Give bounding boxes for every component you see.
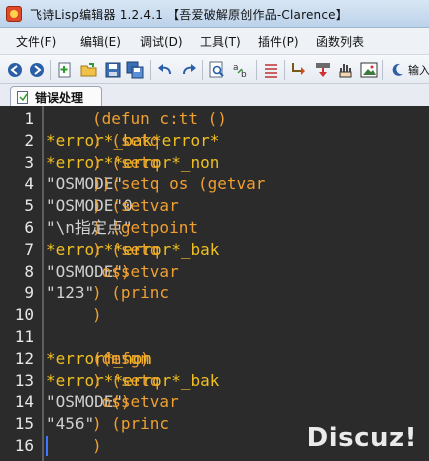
code-line[interactable]: 16) [0, 435, 429, 457]
code-line[interactable]: 11 [0, 326, 429, 348]
save-all-icon[interactable] [126, 61, 144, 79]
code-text: (setq os (getvar "OSMODE")) [46, 174, 276, 194]
line-number: 4 [24, 174, 34, 194]
code-line[interactable]: 6 (getpoint "\n指定点") [0, 217, 429, 239]
code-text: (setvar "OSMODE" os) [46, 392, 189, 412]
line-number: 14 [14, 392, 34, 412]
code-text: (setq *error* *error*_bak) [46, 239, 220, 259]
document-icon [17, 90, 29, 104]
code-line[interactable]: 9 (princ "123") [0, 282, 429, 304]
line-number: 8 [24, 261, 34, 281]
code-text: (setq *error*_bak *error*) [46, 130, 220, 150]
svg-text:b: b [241, 70, 247, 79]
code-line[interactable]: 10) [0, 304, 429, 326]
code-line[interactable]: 12 (defun *error*_non (msg) [0, 348, 429, 370]
code-text: (princ "123") [46, 283, 179, 303]
back-icon[interactable] [6, 61, 24, 79]
tab-error-handling[interactable]: 错误处理 [10, 86, 102, 106]
tab-strip: 错误处理 [0, 84, 429, 106]
open-folder-icon[interactable] [80, 61, 98, 79]
code-line[interactable]: 4 (setq os (getvar "OSMODE")) [0, 173, 429, 195]
code-line[interactable]: 7 (setq *error* *error*_bak) [0, 239, 429, 261]
line-number: 2 [24, 130, 34, 150]
undo-icon[interactable] [156, 61, 174, 79]
input-button[interactable]: 输入 [408, 62, 429, 78]
line-number: 15 [14, 414, 34, 434]
code-line[interactable]: 13 (setq *error* *error*_bak) [0, 370, 429, 392]
line-number: 11 [14, 327, 34, 346]
redo-icon[interactable] [180, 61, 198, 79]
line-number: 12 [14, 348, 34, 368]
tab-label: 错误处理 [35, 91, 84, 105]
code-text: (princ "456") [46, 414, 179, 434]
find-icon[interactable] [208, 61, 226, 79]
code-line[interactable]: 8 (setvar "OSMODE" os) [0, 261, 429, 283]
code-line[interactable]: 1 (defun c:tt () [0, 108, 429, 130]
menu-bar: 文件(F) 编辑(E) 调试(D) 工具(T) 插件(P) 函数列表 [0, 28, 429, 54]
code-line[interactable]: 14 (setvar "OSMODE" os) [0, 391, 429, 413]
line-number: 9 [24, 283, 34, 303]
line-number: 3 [24, 152, 34, 172]
menu-edit[interactable]: 编辑(E) [80, 33, 121, 50]
replace-icon[interactable]: ab [232, 61, 250, 79]
save-icon[interactable] [104, 61, 122, 79]
svg-text:a: a [233, 63, 239, 73]
window-title: 飞诗Lisp编辑器 1.2.4.1 【吾爱破解原创作品-Clarence】 [30, 8, 348, 22]
download-icon[interactable] [314, 61, 332, 79]
moon-icon[interactable] [388, 61, 406, 79]
code-line[interactable]: 2 (setq *error*_bak *error*) [0, 130, 429, 152]
new-file-icon[interactable] [56, 61, 74, 79]
code-text: (defun *error*_non (msg) [46, 348, 160, 368]
code-line[interactable]: 15 (princ "456") [0, 413, 429, 435]
app-icon [6, 6, 22, 22]
code-text: (getpoint "\n指定点") [46, 218, 208, 237]
line-number: 1 [24, 109, 34, 128]
code-text: (setvar "OSMODE" os) [46, 261, 189, 281]
code-line[interactable]: 3 (setq *error* *error*_non) [0, 152, 429, 174]
hand-icon[interactable] [336, 61, 354, 79]
list-icon[interactable] [262, 61, 280, 79]
line-number: 5 [24, 196, 34, 216]
title-bar: 飞诗Lisp编辑器 1.2.4.1 【吾爱破解原创作品-Clarence】 [0, 0, 429, 28]
line-number: 7 [24, 239, 34, 259]
line-number: 13 [14, 370, 34, 390]
code-text: (setvar "OSMODE" 0) [46, 196, 189, 216]
line-number: 16 [14, 436, 34, 455]
load-arrow-icon[interactable] [290, 61, 308, 79]
image-icon[interactable] [360, 61, 378, 79]
forward-icon[interactable] [28, 61, 46, 79]
code-line[interactable]: 5 (setvar "OSMODE" 0) [0, 195, 429, 217]
code-text: (setq *error* *error*_bak) [46, 370, 220, 390]
code-editor[interactable]: Discuz! 1 (defun c:tt () 2 (setq *error*_b… [0, 106, 429, 461]
menu-tools[interactable]: 工具(T) [200, 33, 241, 50]
line-number: 10 [14, 305, 34, 325]
toolbar: ab 输入 [0, 54, 429, 84]
code-text: (setq *error* *error*_non) [46, 152, 220, 172]
menu-plugins[interactable]: 插件(P) [258, 33, 299, 50]
line-number: 6 [24, 218, 34, 237]
menu-function-list[interactable]: 函数列表 [316, 33, 364, 50]
menu-file[interactable]: 文件(F) [16, 33, 56, 50]
menu-debug[interactable]: 调试(D) [140, 33, 183, 50]
